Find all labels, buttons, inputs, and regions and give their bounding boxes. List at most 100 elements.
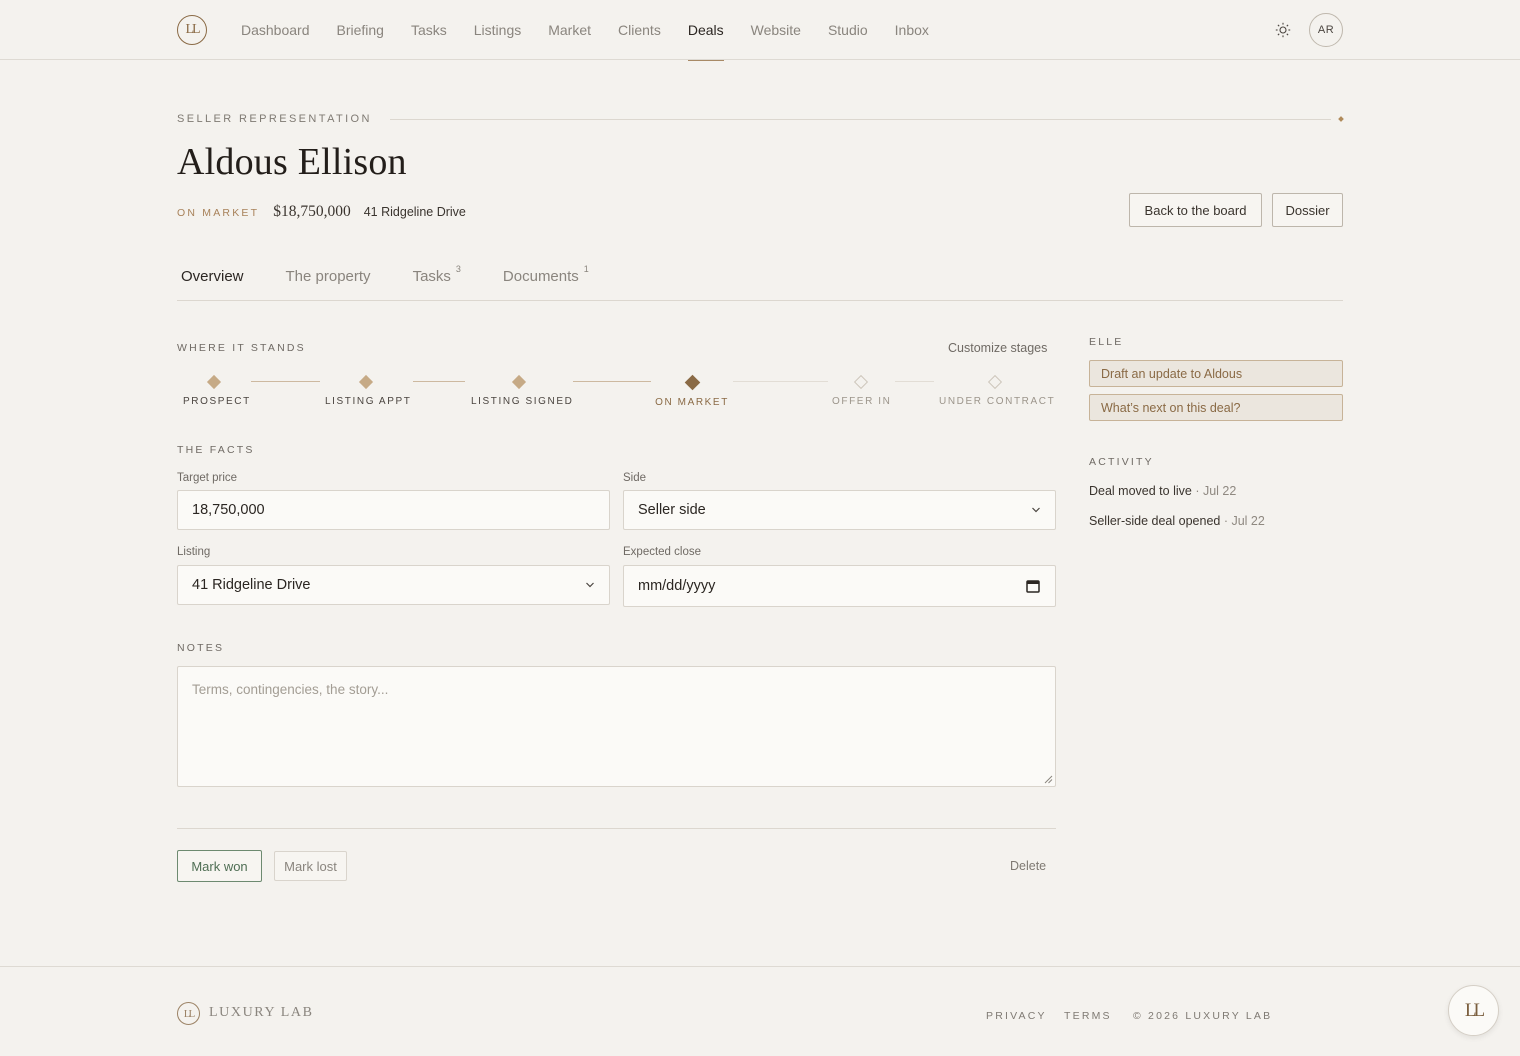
deal-meta: ON MARKET $18,750,000 41 Ridgeline Drive (177, 203, 466, 221)
stage-done-icon (206, 374, 222, 390)
notes-heading: NOTES (177, 642, 225, 654)
stage-label: OFFER IN (832, 396, 892, 407)
terms-link[interactable]: TERMS (1064, 1010, 1112, 1022)
stage-tracker: PROSPECT LISTING APPT LISTING SIGNED ON … (177, 372, 1057, 412)
listing-select[interactable]: 41 Ridgeline Drive (177, 565, 610, 605)
stage-offer-in[interactable]: OFFER IN (832, 372, 890, 407)
deal-address: 41 Ridgeline Drive (363, 205, 466, 219)
stage-done-icon (358, 374, 374, 390)
nav-item-studio[interactable]: Studio (828, 0, 868, 60)
delete-deal-button[interactable]: Delete (1010, 859, 1046, 873)
activity-text: Seller-side deal opened (1089, 514, 1221, 528)
tab-count: 3 (455, 264, 461, 274)
status-badge: ON MARKET (177, 207, 260, 219)
nav-item-inbox[interactable]: Inbox (895, 0, 929, 60)
stage-connector (573, 381, 651, 383)
assistant-fab-button[interactable]: LL (1448, 985, 1499, 1036)
activity-text: Deal moved to live (1089, 484, 1192, 498)
copyright: © 2026 LUXURY LAB (1133, 1010, 1273, 1022)
tab-documents[interactable]: Documents 1 (499, 262, 589, 292)
chevron-down-icon (586, 582, 594, 588)
user-avatar[interactable]: AR (1309, 13, 1343, 47)
tab-the-property[interactable]: The property (282, 262, 371, 292)
activity-item: Deal moved to live · Jul 22 (1089, 484, 1236, 498)
stage-pending-icon (987, 374, 1003, 390)
nav-item-market[interactable]: Market (548, 0, 591, 60)
date-placeholder: mm/dd/yyyy (638, 578, 716, 594)
resize-grip-icon[interactable] (1044, 775, 1053, 784)
footer-logo: LL (177, 1002, 200, 1025)
stage-on-market[interactable]: ON MARKET (655, 372, 729, 408)
tab-label: Documents (502, 268, 579, 285)
stage-label: UNDER CONTRACT (939, 396, 1056, 407)
stage-label: ON MARKET (655, 397, 729, 408)
listing-value: 41 Ridgeline Drive (192, 577, 311, 593)
stage-label: LISTING SIGNED (471, 396, 574, 407)
nav-item-clients[interactable]: Clients (618, 0, 661, 60)
eyebrow-row: SELLER REPRESENTATION (177, 112, 1344, 126)
deal-price: $18,750,000 (273, 203, 351, 220)
nav-item-deals[interactable]: Deals (687, 0, 724, 61)
target-price-input[interactable]: 18,750,000 (177, 490, 610, 530)
nav-item-briefing[interactable]: Briefing (337, 0, 384, 60)
stage-listing-signed[interactable]: LISTING SIGNED (471, 372, 574, 407)
stage-under-contract[interactable]: UNDER CONTRACT (939, 372, 1056, 407)
footer-brand-name: LUXURY LAB (209, 1005, 314, 1020)
expected-close-date-input[interactable]: mm/dd/yyyy (623, 565, 1056, 607)
tab-label: Tasks (412, 268, 451, 285)
mark-won-button[interactable]: Mark won (177, 850, 262, 882)
main-nav: Dashboard Briefing Tasks Listings Market… (241, 0, 956, 61)
nav-item-dashboard[interactable]: Dashboard (241, 0, 310, 60)
customize-stages-link[interactable]: Customize stages (948, 341, 1047, 355)
stage-connector (251, 381, 320, 383)
tab-overview[interactable]: Overview (177, 262, 244, 292)
privacy-link[interactable]: PRIVACY (986, 1010, 1047, 1022)
tab-count: 1 (583, 264, 589, 274)
diamond-ornament-icon (1338, 116, 1344, 122)
facts-heading: THE FACTS (177, 444, 255, 456)
elle-draft-update-button[interactable]: Draft an update to Aldous (1089, 360, 1343, 387)
tab-tasks[interactable]: Tasks 3 (409, 262, 461, 292)
actions-divider (177, 828, 1056, 829)
nav-item-website[interactable]: Website (751, 0, 801, 60)
activity-item: Seller-side deal opened · Jul 22 (1089, 514, 1265, 528)
page-footer: LL LUXURY LAB PRIVACY TERMS © 2026 LUXUR… (0, 966, 1520, 1056)
side-select[interactable]: Seller side (623, 490, 1056, 530)
stage-label: PROSPECT (183, 396, 251, 407)
brand-logo[interactable]: LL (177, 15, 207, 45)
activity-date: · Jul 22 (1223, 514, 1265, 528)
stage-connector (895, 381, 934, 383)
nav-item-listings[interactable]: Listings (474, 0, 521, 60)
stage-label: LISTING APPT (325, 396, 412, 407)
side-value: Seller side (638, 502, 706, 518)
tab-label: Overview (181, 268, 244, 285)
stage-listing-appt[interactable]: LISTING APPT (325, 372, 412, 407)
expected-close-label: Expected close (623, 546, 701, 558)
stage-connector (733, 381, 828, 383)
calendar-icon[interactable] (1026, 579, 1040, 593)
notes-textarea[interactable]: Terms, contingencies, the story... (177, 666, 1056, 787)
stages-heading: WHERE IT STANDS (177, 342, 306, 354)
stage-pending-icon (853, 374, 869, 390)
eyebrow-divider (389, 118, 1331, 120)
stage-connector (413, 381, 465, 383)
theme-toggle-button[interactable] (1272, 19, 1294, 41)
dossier-button[interactable]: Dossier (1272, 193, 1343, 227)
notes-placeholder: Terms, contingencies, the story... (192, 682, 389, 697)
elle-heading: ELLE (1089, 336, 1124, 348)
stage-done-icon (511, 374, 527, 390)
target-price-label: Target price (177, 472, 238, 484)
page-title: Aldous Ellison (177, 141, 407, 183)
nav-item-tasks[interactable]: Tasks (411, 0, 447, 60)
stage-current-icon (684, 374, 700, 391)
back-to-board-button[interactable]: Back to the board (1129, 193, 1262, 227)
tab-label: The property (285, 268, 371, 285)
stage-prospect[interactable]: PROSPECT (183, 372, 251, 407)
top-navigation: LL Dashboard Briefing Tasks Listings Mar… (0, 0, 1520, 61)
elle-whats-next-button[interactable]: What’s next on this deal? (1089, 394, 1343, 421)
target-price-value: 18,750,000 (192, 502, 265, 518)
deal-type-eyebrow: SELLER REPRESENTATION (177, 113, 372, 125)
activity-heading: ACTIVITY (1089, 456, 1154, 468)
mark-lost-button[interactable]: Mark lost (274, 851, 347, 881)
chevron-down-icon (1032, 507, 1040, 513)
